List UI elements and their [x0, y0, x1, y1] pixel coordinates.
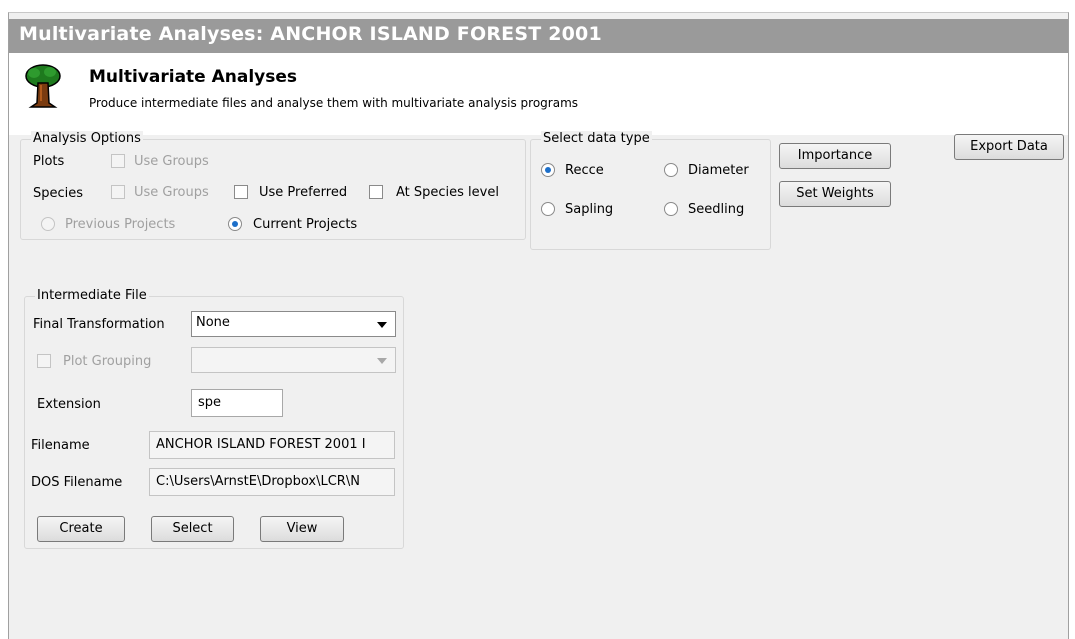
chevron-down-icon — [377, 322, 387, 328]
final-transformation-value: None — [196, 315, 230, 330]
final-transformation-label: Final Transformation — [33, 317, 165, 332]
sapling-label: Sapling — [565, 202, 614, 217]
species-label: Species — [33, 186, 84, 201]
select-button[interactable]: Select — [151, 516, 234, 542]
previous-projects-radio[interactable] — [41, 217, 55, 231]
extension-input[interactable]: spe — [191, 389, 283, 417]
current-projects-label: Current Projects — [253, 217, 358, 232]
header-panel: Multivariate Analyses Produce intermedia… — [9, 53, 1068, 135]
intermediate-file-group: Intermediate File Final Transformation N… — [24, 288, 404, 549]
intermediate-file-legend: Intermediate File — [35, 288, 149, 303]
view-button[interactable]: View — [260, 516, 344, 542]
dos-filename-field[interactable]: C:\Users\ArnstE\Dropbox\LCR\N — [149, 468, 395, 496]
main-window: Multivariate Analyses: ANCHOR ISLAND FOR… — [8, 12, 1069, 639]
previous-projects-label: Previous Projects — [65, 217, 176, 232]
plots-use-groups-checkbox[interactable] — [111, 154, 125, 168]
plot-grouping-select[interactable] — [191, 347, 396, 373]
tree-icon — [25, 64, 61, 108]
species-use-groups-checkbox[interactable] — [111, 185, 125, 199]
analysis-options-group: Analysis Options Plots Use Groups Specie… — [20, 131, 526, 240]
current-projects-radio[interactable] — [228, 217, 242, 231]
export-data-button[interactable]: Export Data — [954, 134, 1064, 160]
filename-label: Filename — [31, 438, 90, 453]
at-species-level-label: At Species level — [396, 185, 499, 200]
plot-grouping-checkbox[interactable] — [37, 354, 51, 368]
data-type-legend: Select data type — [541, 131, 652, 146]
species-use-groups-label: Use Groups — [134, 185, 209, 200]
use-preferred-checkbox[interactable] — [234, 185, 248, 199]
seedling-label: Seedling — [688, 202, 745, 217]
data-type-group: Select data type Recce Diameter Sapling … — [530, 131, 771, 250]
analysis-options-legend: Analysis Options — [31, 131, 143, 146]
final-transformation-select[interactable]: None — [191, 311, 396, 337]
diameter-radio[interactable] — [664, 163, 678, 177]
plot-grouping-label: Plot Grouping — [63, 354, 152, 369]
recce-label: Recce — [565, 163, 604, 178]
recce-radio[interactable] — [541, 163, 555, 177]
plots-use-groups-label: Use Groups — [134, 154, 209, 169]
header-subtitle: Produce intermediate files and analyse t… — [89, 96, 579, 110]
sapling-radio[interactable] — [541, 202, 555, 216]
extension-label: Extension — [37, 397, 101, 412]
seedling-radio[interactable] — [664, 202, 678, 216]
plots-label: Plots — [33, 154, 65, 169]
header-title: Multivariate Analyses — [89, 67, 298, 87]
dos-filename-label: DOS Filename — [31, 475, 123, 490]
chevron-down-icon — [377, 358, 387, 364]
filename-field[interactable]: ANCHOR ISLAND FOREST 2001 I — [149, 431, 395, 459]
at-species-level-checkbox[interactable] — [369, 185, 383, 199]
use-preferred-label: Use Preferred — [259, 185, 348, 200]
window-title: Multivariate Analyses: ANCHOR ISLAND FOR… — [9, 19, 1068, 53]
set-weights-button[interactable]: Set Weights — [779, 181, 891, 207]
create-button[interactable]: Create — [37, 516, 125, 542]
diameter-label: Diameter — [688, 163, 749, 178]
importance-button[interactable]: Importance — [779, 143, 891, 169]
